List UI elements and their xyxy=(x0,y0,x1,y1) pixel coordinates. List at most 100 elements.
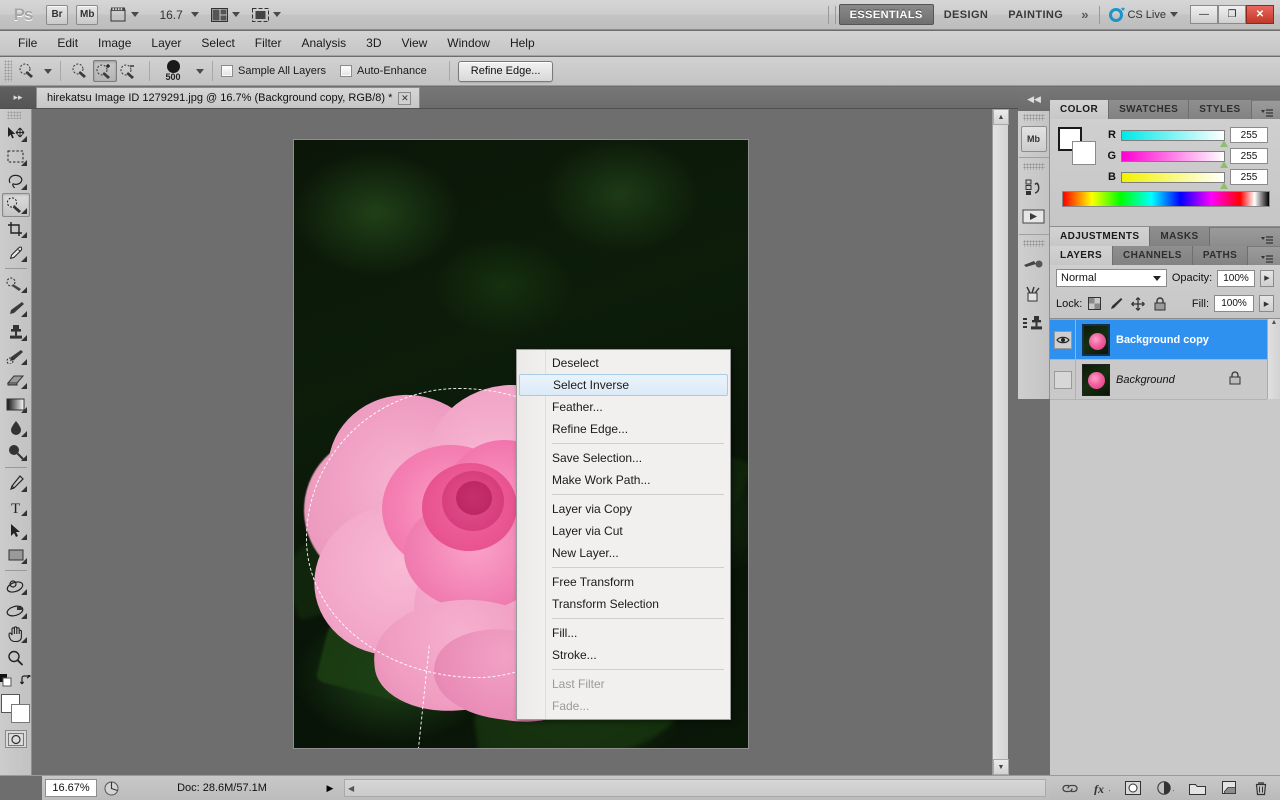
eraser-tool[interactable] xyxy=(2,368,30,392)
menu-filter[interactable]: Filter xyxy=(245,32,292,54)
options-bar-grip[interactable] xyxy=(4,60,12,82)
context-menu-item-select-inverse[interactable]: Select Inverse xyxy=(519,374,728,396)
layer-thumbnail[interactable] xyxy=(1082,363,1110,396)
layer-thumbnail[interactable] xyxy=(1082,323,1110,356)
new-layer-icon[interactable] xyxy=(1221,780,1238,797)
menu-help[interactable]: Help xyxy=(500,32,545,54)
eyedropper-tool[interactable] xyxy=(2,241,30,265)
document-tab[interactable]: hirekatsu Image ID 1279291.jpg @ 16.7% (… xyxy=(36,87,421,108)
menu-view[interactable]: View xyxy=(391,32,437,54)
brush-picker-chevron-icon[interactable] xyxy=(196,68,204,74)
color-panel-background-swatch[interactable] xyxy=(1072,141,1096,165)
color-swatches[interactable] xyxy=(0,694,31,724)
dock-group-grip[interactable] xyxy=(1022,163,1045,170)
lock-position-icon[interactable] xyxy=(1131,296,1146,311)
tab-paths[interactable]: PATHS xyxy=(1192,246,1249,265)
lock-all-icon[interactable] xyxy=(1153,296,1167,311)
more-workspaces-chevron-icon[interactable]: » xyxy=(1073,7,1096,22)
current-tool-preset-icon[interactable] xyxy=(16,60,40,82)
tool-preset-chevron-icon[interactable] xyxy=(44,68,52,74)
context-menu-item-layer-via-cut[interactable]: Layer via Cut xyxy=(517,520,730,542)
layers-scrollbar[interactable]: ▲ xyxy=(1267,319,1280,399)
adjustment-layer-icon[interactable] xyxy=(1156,780,1174,797)
eye-icon[interactable] xyxy=(1053,330,1072,349)
status-bar-menu-arrow-icon[interactable]: ▶ xyxy=(322,779,338,797)
context-menu-item-layer-via-copy[interactable]: Layer via Copy xyxy=(517,498,730,520)
tab-color[interactable]: COLOR xyxy=(1050,100,1110,119)
history-panel-icon[interactable] xyxy=(1020,174,1048,200)
color-slider-b[interactable] xyxy=(1121,171,1228,189)
scroll-down-button[interactable]: ▼ xyxy=(993,759,1009,775)
subtract-from-selection-mode-button[interactable] xyxy=(117,60,141,82)
layer-name[interactable]: Background xyxy=(1116,374,1175,386)
menu-layer[interactable]: Layer xyxy=(141,32,191,54)
layer-visibility-cell[interactable] xyxy=(1050,359,1076,400)
tab-layers[interactable]: LAYERS xyxy=(1050,246,1114,265)
tab-adjustments[interactable]: ADJUSTMENTS xyxy=(1050,227,1151,246)
color-value-b[interactable]: 255 xyxy=(1230,169,1268,185)
new-group-icon[interactable] xyxy=(1188,780,1206,797)
close-document-icon[interactable]: ✕ xyxy=(398,91,412,105)
canvas-vertical-scrollbar[interactable]: ▲ ▼ xyxy=(992,109,1009,775)
history-brush-tool[interactable] xyxy=(2,344,30,368)
minimize-button[interactable]: — xyxy=(1190,5,1218,24)
context-menu-item-new-layer[interactable]: New Layer... xyxy=(517,542,730,564)
brush-panel-icon[interactable] xyxy=(1020,251,1048,277)
launch-bridge-button[interactable]: Br xyxy=(46,4,68,25)
menu-select[interactable]: Select xyxy=(191,32,244,54)
zoom-tool[interactable] xyxy=(2,646,30,670)
document-thumbnail-icon[interactable] xyxy=(100,779,122,797)
launch-mini-bridge-button[interactable]: Mb xyxy=(76,4,99,25)
context-menu-item-make-work-path[interactable]: Make Work Path... xyxy=(517,469,730,491)
color-panel-swatches[interactable] xyxy=(1058,127,1096,165)
menu-analysis[interactable]: Analysis xyxy=(291,32,356,54)
tab-channels[interactable]: CHANNELS xyxy=(1113,246,1193,265)
color-value-g[interactable]: 255 xyxy=(1230,148,1268,164)
lock-transparent-pixels-icon[interactable] xyxy=(1087,297,1101,311)
workspace-tab-painting[interactable]: PAINTING xyxy=(998,4,1073,25)
mini-bridge-panel-icon[interactable]: Mb xyxy=(1020,126,1047,152)
opacity-input[interactable]: 100% xyxy=(1217,269,1255,287)
eye-icon[interactable] xyxy=(1053,370,1072,389)
tools-panel-grip[interactable] xyxy=(6,111,21,119)
zoom-dropdown-chevron-icon[interactable] xyxy=(190,12,199,17)
3d-camera-orbit-tool[interactable] xyxy=(2,598,30,622)
layer-row-background-copy[interactable]: Background copy xyxy=(1050,319,1267,360)
background-color-swatch[interactable] xyxy=(10,704,30,723)
layer-mask-icon[interactable] xyxy=(1125,780,1142,797)
gradient-tool[interactable] xyxy=(2,392,30,416)
refine-edge-button[interactable]: Refine Edge... xyxy=(457,60,554,82)
workspace-tab-essentials[interactable]: ESSENTIALS xyxy=(838,4,934,25)
color-panel-menu-icon[interactable] xyxy=(1260,108,1280,119)
fill-stepper[interactable]: ▶ xyxy=(1259,295,1274,312)
slider-thumb-icon[interactable] xyxy=(1220,160,1228,168)
type-tool[interactable]: T xyxy=(2,495,30,519)
scroll-up-button[interactable]: ▲ xyxy=(993,109,1009,125)
tab-styles[interactable]: STYLES xyxy=(1189,100,1252,119)
delete-layer-icon[interactable] xyxy=(1253,780,1270,797)
tab-bar-grip[interactable]: ▸▸ xyxy=(0,87,36,108)
view-extras-menu[interactable] xyxy=(110,7,140,22)
layer-visibility-cell[interactable] xyxy=(1050,319,1076,360)
context-menu-item-stroke[interactable]: Stroke... xyxy=(517,644,730,666)
layer-name[interactable]: Background copy xyxy=(1116,334,1209,346)
cs-live-menu[interactable]: CS Live xyxy=(1109,7,1178,22)
brush-size-preview[interactable]: 500 xyxy=(158,60,188,82)
crop-tool[interactable] xyxy=(2,217,30,241)
tool-presets-panel-icon[interactable] xyxy=(1020,281,1048,307)
arrange-documents-menu[interactable] xyxy=(210,7,240,22)
move-tool[interactable] xyxy=(2,121,30,145)
menu-window[interactable]: Window xyxy=(437,32,500,54)
link-layers-icon[interactable] xyxy=(1061,780,1078,797)
dodge-tool[interactable] xyxy=(2,440,30,464)
status-zoom-field[interactable]: 16.67% xyxy=(45,779,97,797)
menu-edit[interactable]: Edit xyxy=(47,32,88,54)
3d-object-rotate-tool[interactable] xyxy=(2,574,30,598)
color-spectrum-ramp[interactable] xyxy=(1062,191,1270,207)
layers-panel-menu-icon[interactable] xyxy=(1260,254,1280,265)
brush-tool[interactable] xyxy=(2,296,30,320)
dock-group-grip[interactable] xyxy=(1022,240,1045,247)
color-value-r[interactable]: 255 xyxy=(1230,127,1268,143)
auto-enhance-checkbox[interactable]: Auto-Enhance xyxy=(340,65,427,77)
path-selection-tool[interactable] xyxy=(2,519,30,543)
